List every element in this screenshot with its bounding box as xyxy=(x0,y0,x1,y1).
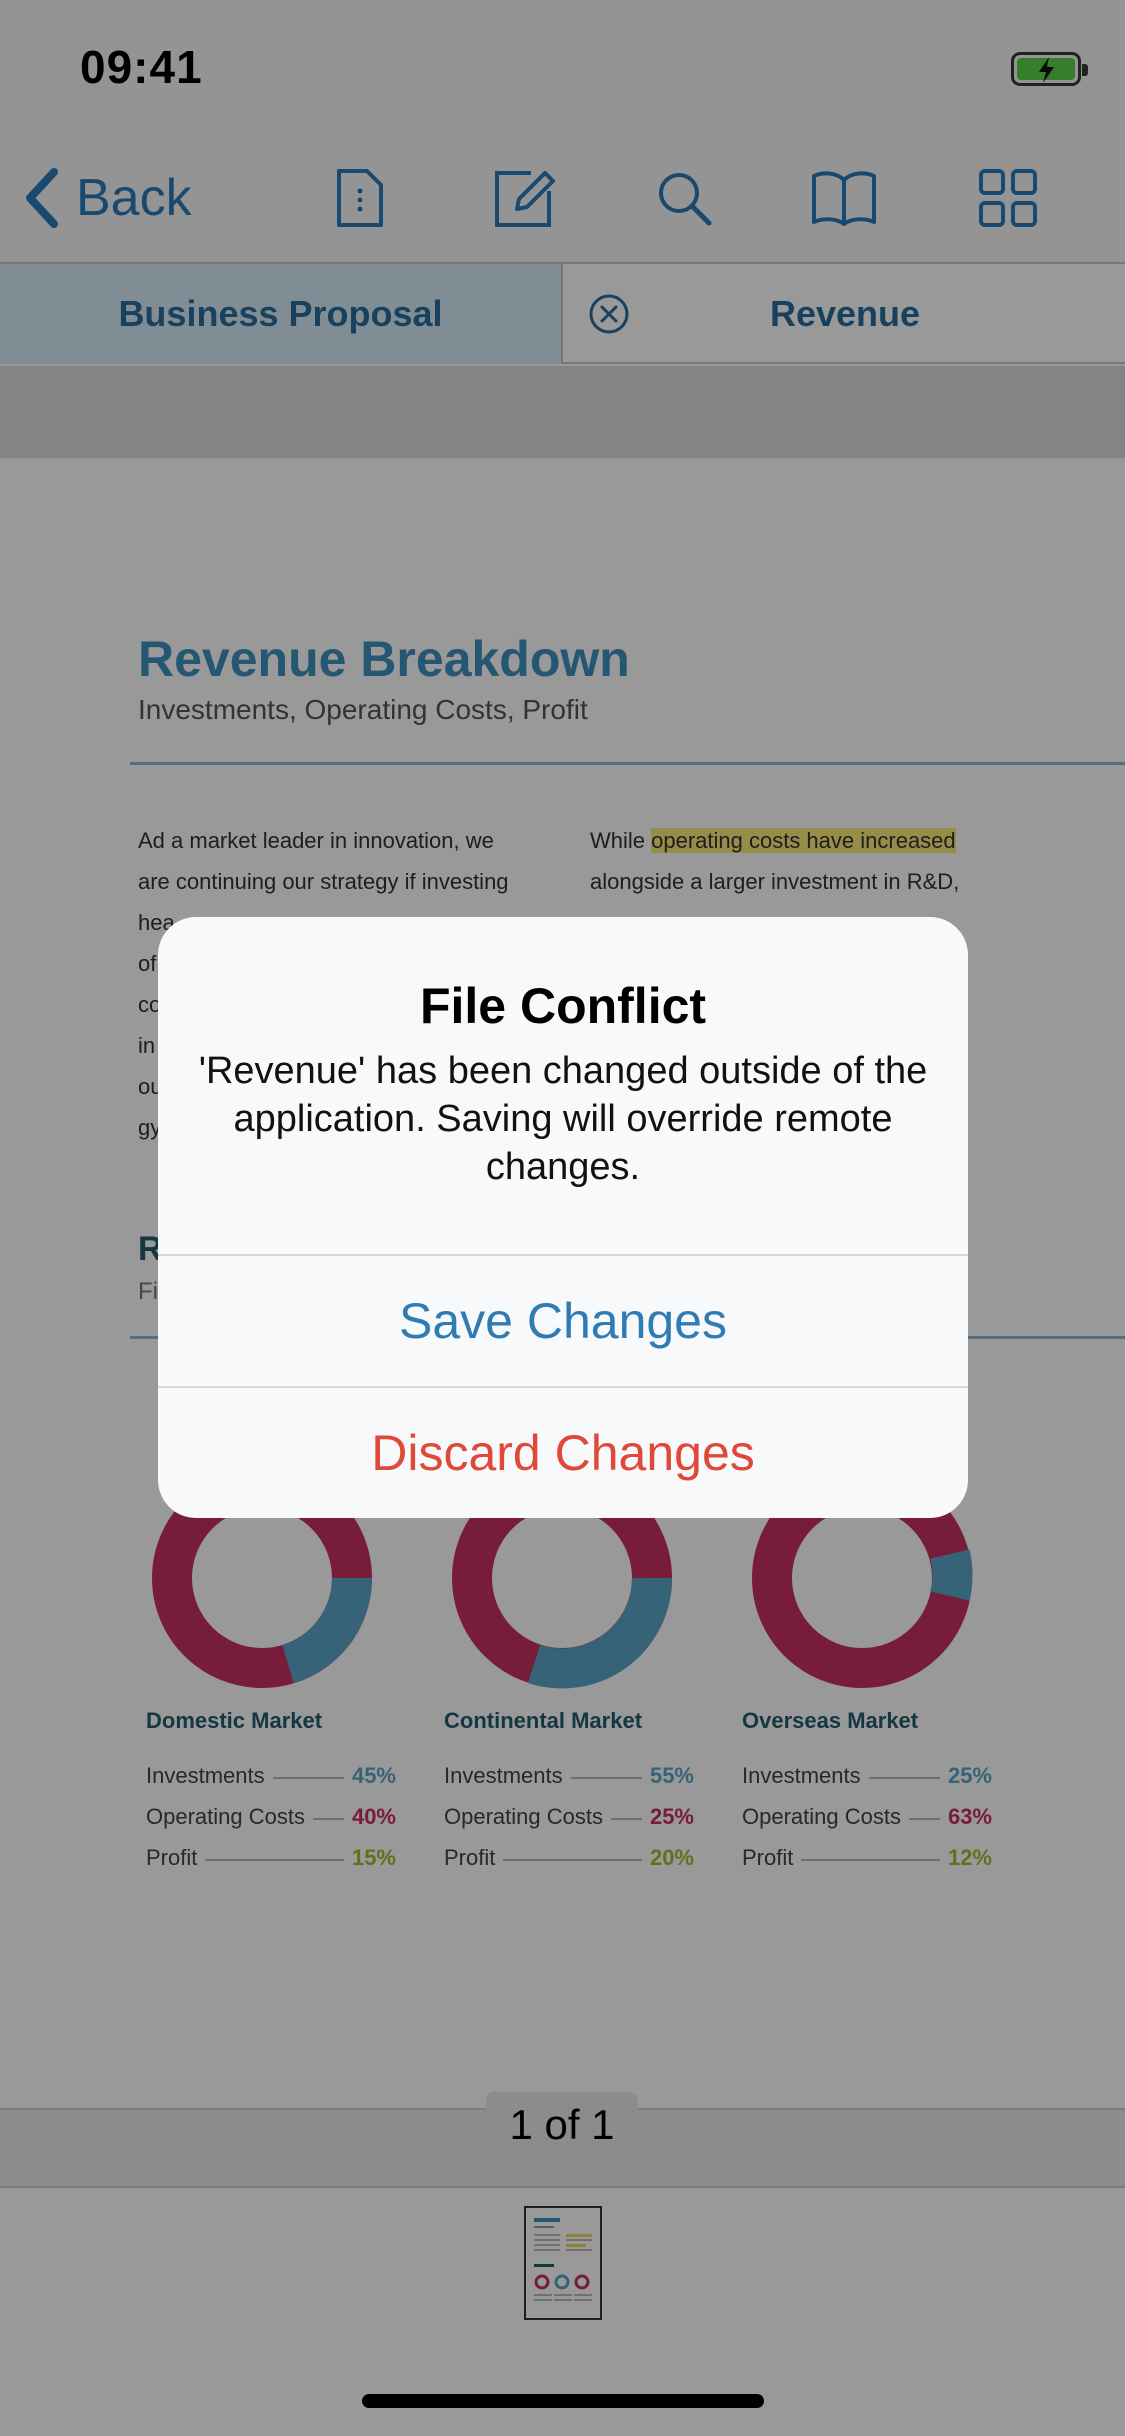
alert-title: File Conflict xyxy=(419,978,707,1034)
alert-message: 'Revenue' has been changed outside of th… xyxy=(198,1050,928,1188)
file-conflict-alert: File Conflict 'Revenue' has been changed… xyxy=(158,917,968,1518)
home-indicator[interactable] xyxy=(362,2394,764,2408)
save-changes-button[interactable]: Save Changes xyxy=(158,1254,968,1386)
discard-changes-button[interactable]: Discard Changes xyxy=(158,1386,968,1518)
